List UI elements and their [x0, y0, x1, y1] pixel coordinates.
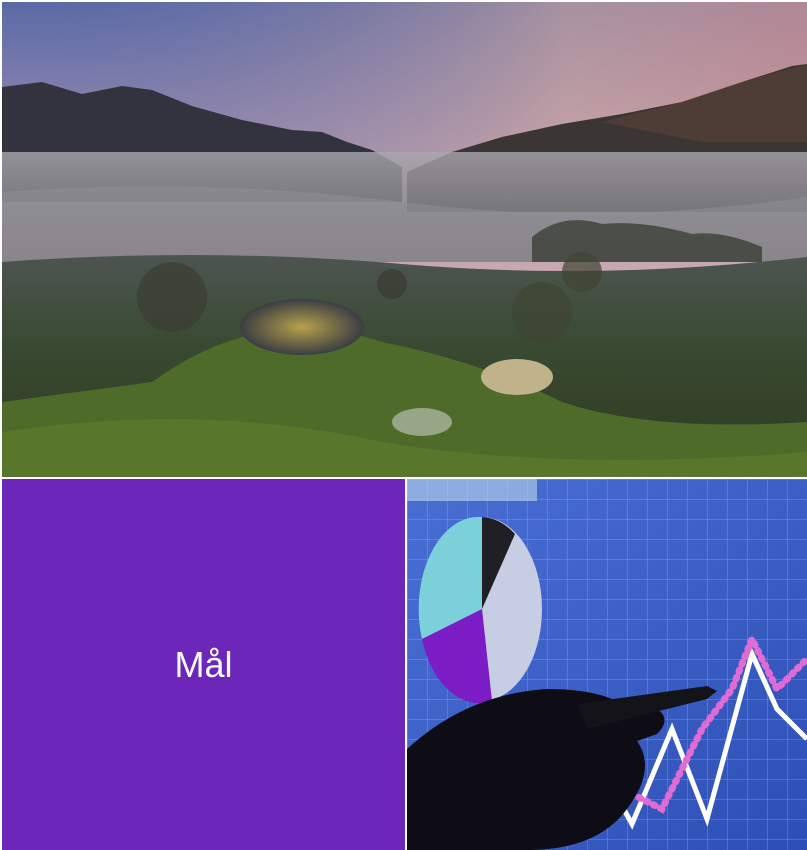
pie-chart-graphic: [418, 516, 542, 704]
chart-photo: [407, 479, 807, 850]
misty-landscape-image: [2, 2, 807, 477]
goal-label: Mål: [174, 643, 233, 685]
goal-tile[interactable]: Mål: [2, 479, 405, 850]
landscape-photo: [2, 2, 807, 477]
hand-pointing-at-chart-image: [407, 479, 807, 850]
